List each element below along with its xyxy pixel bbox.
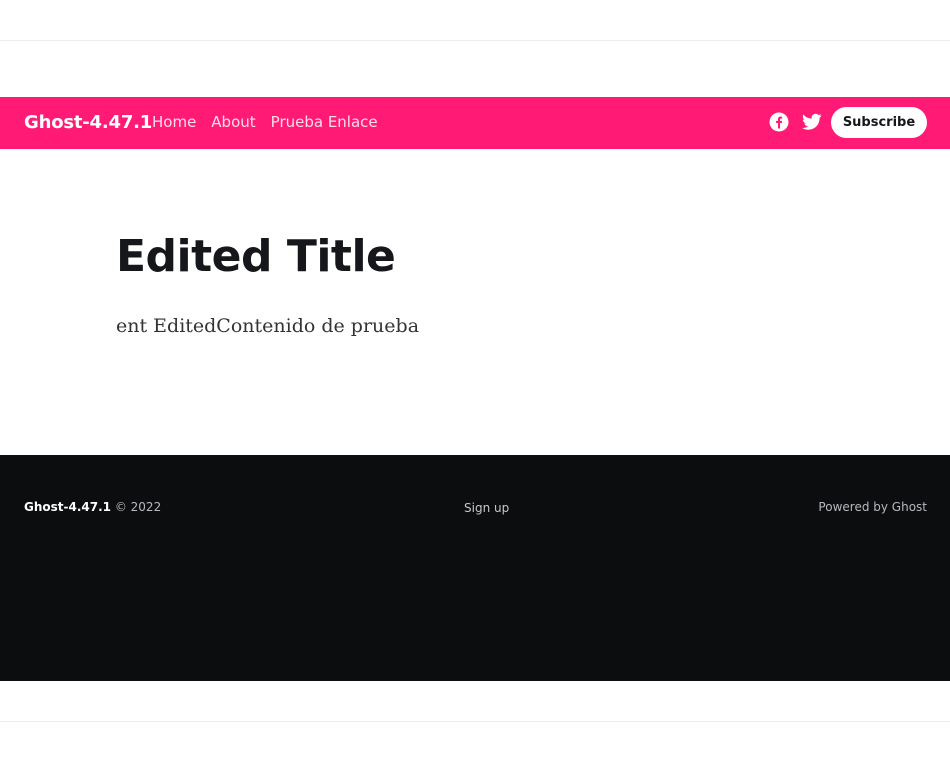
nav-item-about[interactable]: About — [211, 112, 255, 132]
footer-copyright-year: © 2022 — [114, 500, 162, 514]
top-strip — [0, 0, 950, 41]
site-footer: Ghost-4.47.1 © 2022 Sign up Powered by G… — [0, 455, 950, 681]
site-brand-link[interactable]: Ghost-4.47.1 — [24, 111, 152, 135]
footer-copyright: Ghost-4.47.1 © 2022 — [24, 499, 161, 516]
footer-brand-link[interactable]: Ghost-4.47.1 — [24, 500, 111, 514]
post-title: Edited Title — [116, 231, 396, 282]
subscribe-button[interactable]: Subscribe — [831, 107, 927, 138]
post-content: ent EditedContenido de prueba — [116, 315, 420, 337]
site-header: Ghost-4.47.1 Home About Prueba Enlace — [0, 97, 950, 149]
nav-item-prueba-enlace[interactable]: Prueba Enlace — [271, 112, 378, 132]
main-nav: Home About Prueba Enlace — [152, 112, 378, 132]
bottom-strip — [0, 681, 950, 722]
twitter-icon[interactable] — [800, 110, 824, 134]
powered-by-ghost-link[interactable]: Powered by Ghost — [818, 499, 927, 516]
facebook-icon[interactable] — [767, 110, 791, 134]
nav-item-home[interactable]: Home — [152, 112, 196, 132]
footer-signup-link[interactable]: Sign up — [464, 500, 509, 517]
